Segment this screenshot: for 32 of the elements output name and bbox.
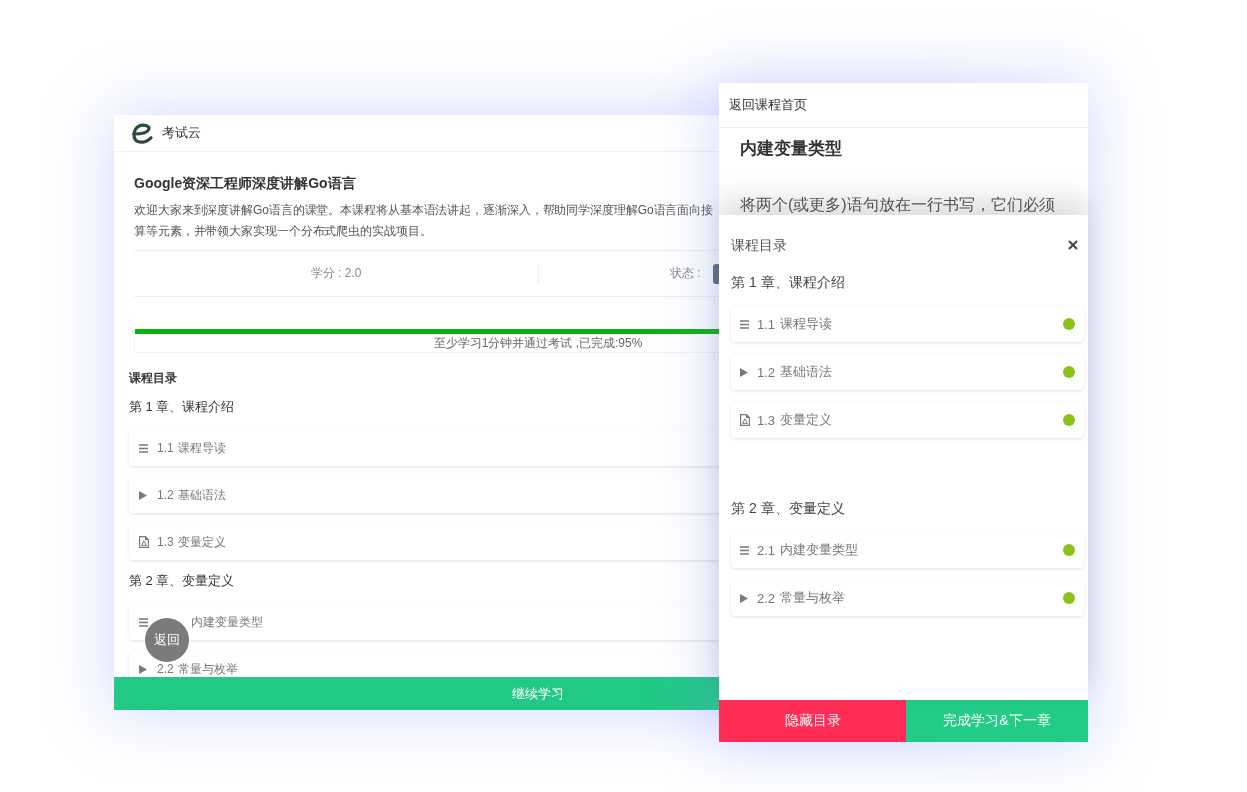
list-icon — [139, 443, 148, 453]
course-title: Google资深工程师深度讲解Go语言 — [134, 174, 356, 193]
play-icon — [139, 490, 147, 500]
list-icon — [740, 319, 749, 329]
back-link[interactable]: 返回课程首页 — [729, 96, 807, 114]
play-icon — [139, 664, 147, 674]
document-icon — [740, 414, 750, 426]
catalog-title: 课程目录 — [731, 236, 787, 254]
lesson-item[interactable]: 1.1 课程导读 — [731, 306, 1084, 342]
list-icon — [139, 617, 148, 627]
lesson-item[interactable]: 1.3 变量定义 — [731, 402, 1084, 438]
play-icon — [740, 593, 748, 603]
catalog-heading: 课程目录 — [129, 370, 177, 387]
brand-name: 考试云 — [162, 124, 201, 142]
hide-catalog-button[interactable]: 隐藏目录 — [719, 700, 906, 742]
play-icon — [740, 367, 748, 377]
lesson-item[interactable]: 1.2 基础语法 — [731, 354, 1084, 390]
close-icon[interactable] — [1068, 240, 1078, 250]
chapter-heading: 第 2 章、变量定义 — [129, 572, 235, 590]
progress-caption: 至少学习1分钟并通过考试 ,已完成:95% — [433, 336, 643, 350]
lesson-text: 将两个(或更多)语句放在一行书写，它们必须 — [740, 195, 1055, 214]
list-icon — [740, 545, 749, 555]
status-label: 状态 : — [670, 265, 701, 282]
lesson-title: 内建变量类型 — [740, 138, 842, 160]
chapter-heading: 第 1 章、课程介绍 — [129, 398, 235, 416]
document-icon — [139, 536, 149, 548]
chapter-heading: 第 1 章、课程介绍 — [731, 273, 845, 291]
lesson-item[interactable]: 2.1 内建变量类型 — [731, 532, 1084, 568]
course-description: 欢迎大家来到深度讲解Go语言的课堂。本课程将从基本语法讲起，逐渐深入，帮助同学深度理解Go语言面向接 算等元素，并带领大家实现一个分布式爬虫的实战项目。 — [134, 202, 714, 240]
logo-icon — [130, 122, 154, 144]
credit-text: 学分 : 2.0 — [310, 266, 362, 280]
lesson-item[interactable]: 2.2 常量与枚举 — [731, 580, 1084, 616]
